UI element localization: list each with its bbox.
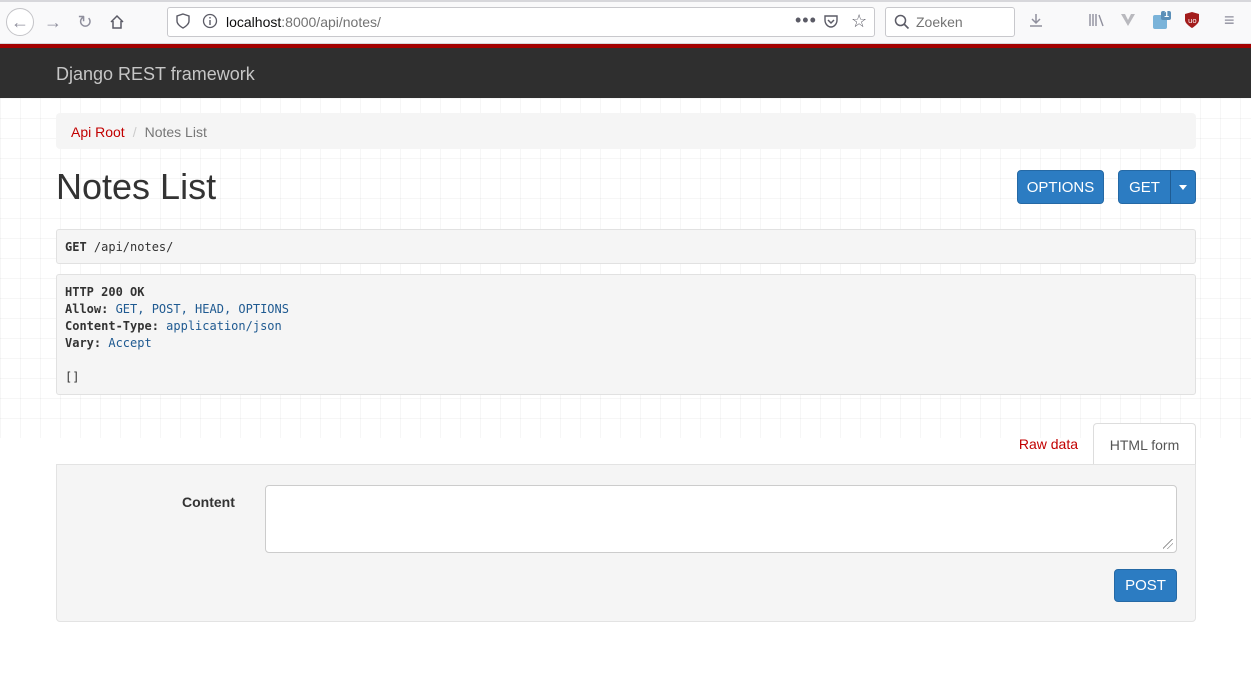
- brand-link[interactable]: Django REST framework: [56, 64, 255, 85]
- response-header: Allow: GET, POST, HEAD, OPTIONS: [65, 301, 1187, 318]
- get-button[interactable]: GET: [1118, 170, 1171, 204]
- browser-toolbar: ← → ↻ localhost:8000/api/notes/ ••• ☆ Zo…: [0, 0, 1251, 44]
- response-status: HTTP 200 OK: [65, 285, 145, 299]
- content-label: Content: [182, 494, 235, 510]
- post-form: Content POST: [56, 464, 1196, 622]
- response-header: Vary: Accept: [65, 335, 1187, 352]
- header-name: Allow:: [65, 302, 109, 316]
- info-icon[interactable]: [202, 13, 218, 33]
- breadcrumb-root-link[interactable]: Api Root: [71, 124, 125, 140]
- response-body: []: [65, 370, 80, 384]
- tab-raw-data[interactable]: Raw data: [1019, 423, 1078, 465]
- tab-strip: [0, 0, 1251, 2]
- extension-vee-icon[interactable]: [1120, 12, 1136, 33]
- options-button[interactable]: OPTIONS: [1017, 170, 1104, 204]
- request-info: GET /api/notes/: [56, 229, 1196, 264]
- svg-text:uo: uo: [1188, 17, 1197, 25]
- address-bar[interactable]: localhost:8000/api/notes/ ••• ☆: [167, 7, 875, 37]
- arrow-left-icon: ←: [11, 11, 29, 32]
- breadcrumb: Api Root / Notes List: [56, 113, 1196, 149]
- search-icon: [894, 14, 910, 35]
- content-textarea[interactable]: [265, 485, 1177, 553]
- ublock-icon[interactable]: uo: [1184, 11, 1200, 34]
- arrow-right-icon: →: [44, 11, 62, 32]
- downloads-icon[interactable]: [1028, 12, 1044, 33]
- request-method: GET: [65, 240, 87, 254]
- request-path: /api/notes/: [86, 240, 174, 254]
- url-text: localhost:8000/api/notes/: [226, 14, 381, 30]
- resize-grip-icon[interactable]: [1163, 539, 1173, 549]
- library-icon[interactable]: [1088, 12, 1106, 33]
- home-icon: [110, 14, 124, 29]
- tab-html-form[interactable]: HTML form: [1093, 423, 1196, 466]
- breadcrumb-separator: /: [132, 124, 137, 140]
- search-placeholder: Zoeken: [916, 14, 963, 30]
- shield-icon[interactable]: [176, 13, 190, 33]
- extension-badge-icon[interactable]: 1: [1152, 9, 1172, 35]
- post-button[interactable]: POST: [1114, 569, 1177, 602]
- header-value: application/json: [158, 319, 282, 333]
- page-title: Notes List: [56, 166, 217, 207]
- caret-down-icon: [1179, 184, 1187, 190]
- response-spacer: [65, 352, 1187, 369]
- search-bar[interactable]: Zoeken: [885, 7, 1015, 37]
- pocket-icon[interactable]: [823, 13, 839, 33]
- header-value: Accept: [101, 336, 152, 350]
- reload-button[interactable]: ↻: [72, 9, 98, 35]
- breadcrumb-current: Notes List: [144, 124, 207, 140]
- response-header: Content-Type: application/json: [65, 318, 1187, 335]
- forward-button[interactable]: →: [40, 9, 66, 35]
- reload-icon: ↻: [77, 11, 93, 32]
- back-button[interactable]: ←: [6, 8, 34, 36]
- form-tabs: Raw data HTML form: [56, 423, 1196, 466]
- header-name: Vary:: [65, 336, 102, 350]
- get-format-dropdown[interactable]: [1170, 170, 1196, 204]
- bookmark-star-icon[interactable]: ☆: [851, 11, 867, 32]
- page-actions-icon[interactable]: •••: [795, 10, 817, 31]
- response-info: HTTP 200 OK Allow: GET, POST, HEAD, OPTI…: [56, 274, 1196, 395]
- header-value: GET, POST, HEAD, OPTIONS: [108, 302, 289, 316]
- extension-badge-count: 1: [1164, 9, 1170, 19]
- header-name: Content-Type:: [65, 319, 159, 333]
- url-path: :8000/api/notes/: [281, 14, 381, 30]
- home-button[interactable]: [104, 9, 130, 35]
- menu-icon[interactable]: ≡: [1224, 10, 1235, 31]
- site-navbar: Django REST framework: [0, 48, 1251, 98]
- url-host: localhost: [226, 14, 282, 30]
